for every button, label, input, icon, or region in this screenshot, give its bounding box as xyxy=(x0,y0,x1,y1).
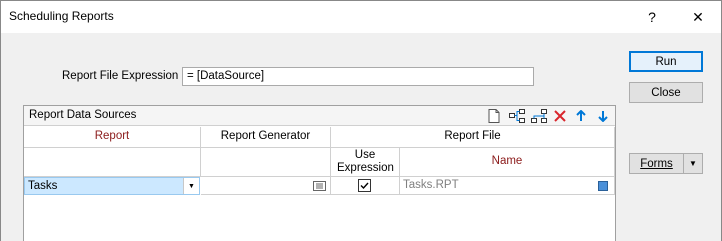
report-combo-value: Tasks xyxy=(28,180,58,192)
report-file-expression-input[interactable]: = [DataSource] xyxy=(182,67,534,86)
append-row-icon[interactable] xyxy=(530,107,548,125)
panel-title: Report Data Sources xyxy=(29,109,137,121)
move-down-icon[interactable] xyxy=(594,107,612,125)
forms-button[interactable]: Forms ▼ xyxy=(629,153,703,174)
close-button[interactable]: Close xyxy=(629,82,703,103)
report-generator-cell[interactable] xyxy=(201,177,331,195)
use-expression-column-label: Use Expression xyxy=(337,149,394,174)
column-header-report-file[interactable]: Report File xyxy=(331,127,615,148)
browse-list-icon[interactable] xyxy=(313,181,326,191)
use-expression-cell xyxy=(331,177,400,195)
column-header-report-generator[interactable]: Report Generator xyxy=(201,127,331,148)
report-file-column-label: Report File xyxy=(444,130,501,142)
use-expression-checkbox[interactable] xyxy=(358,179,371,192)
dialog-title: Scheduling Reports xyxy=(9,9,114,23)
forms-button-label[interactable]: Forms xyxy=(630,154,684,173)
forms-label-text: Forms xyxy=(640,157,673,170)
help-button[interactable]: ? xyxy=(629,1,675,33)
report-file-expression-label: Report File Expression xyxy=(62,70,179,82)
column-header-use-expression[interactable]: Use Expression xyxy=(331,148,400,177)
new-document-icon[interactable] xyxy=(485,107,503,125)
column-subheader-report xyxy=(24,148,201,177)
report-column-label: Report xyxy=(94,130,130,142)
report-combo-cell[interactable]: Tasks ▼ xyxy=(24,177,200,195)
title-bar: Scheduling Reports ? ✕ xyxy=(1,1,721,33)
column-header-name[interactable]: Name xyxy=(400,148,615,177)
panel-header: Report Data Sources xyxy=(24,106,615,126)
report-generator-column-label: Report Generator xyxy=(220,130,311,142)
close-window-button[interactable]: ✕ xyxy=(675,1,721,33)
scheduling-reports-dialog: Scheduling Reports ? ✕ Report File Expre… xyxy=(0,0,722,241)
name-column-label: Name xyxy=(491,155,523,167)
report-data-sources-panel: Report Data Sources Report Report Genera… xyxy=(23,105,616,241)
column-header-report[interactable]: Report xyxy=(24,127,201,148)
chevron-down-icon[interactable]: ▼ xyxy=(183,178,199,194)
report-file-name-cell[interactable]: Tasks.RPT xyxy=(400,177,615,195)
run-button[interactable]: Run xyxy=(629,51,703,72)
insert-row-icon[interactable] xyxy=(508,107,526,125)
delete-icon[interactable] xyxy=(551,107,569,125)
column-subheader-report-generator xyxy=(201,148,331,177)
report-file-name-value: Tasks.RPT xyxy=(403,179,459,191)
move-up-icon[interactable] xyxy=(572,107,590,125)
forms-dropdown-arrow-icon[interactable]: ▼ xyxy=(684,154,702,173)
browse-file-icon[interactable] xyxy=(598,181,608,191)
